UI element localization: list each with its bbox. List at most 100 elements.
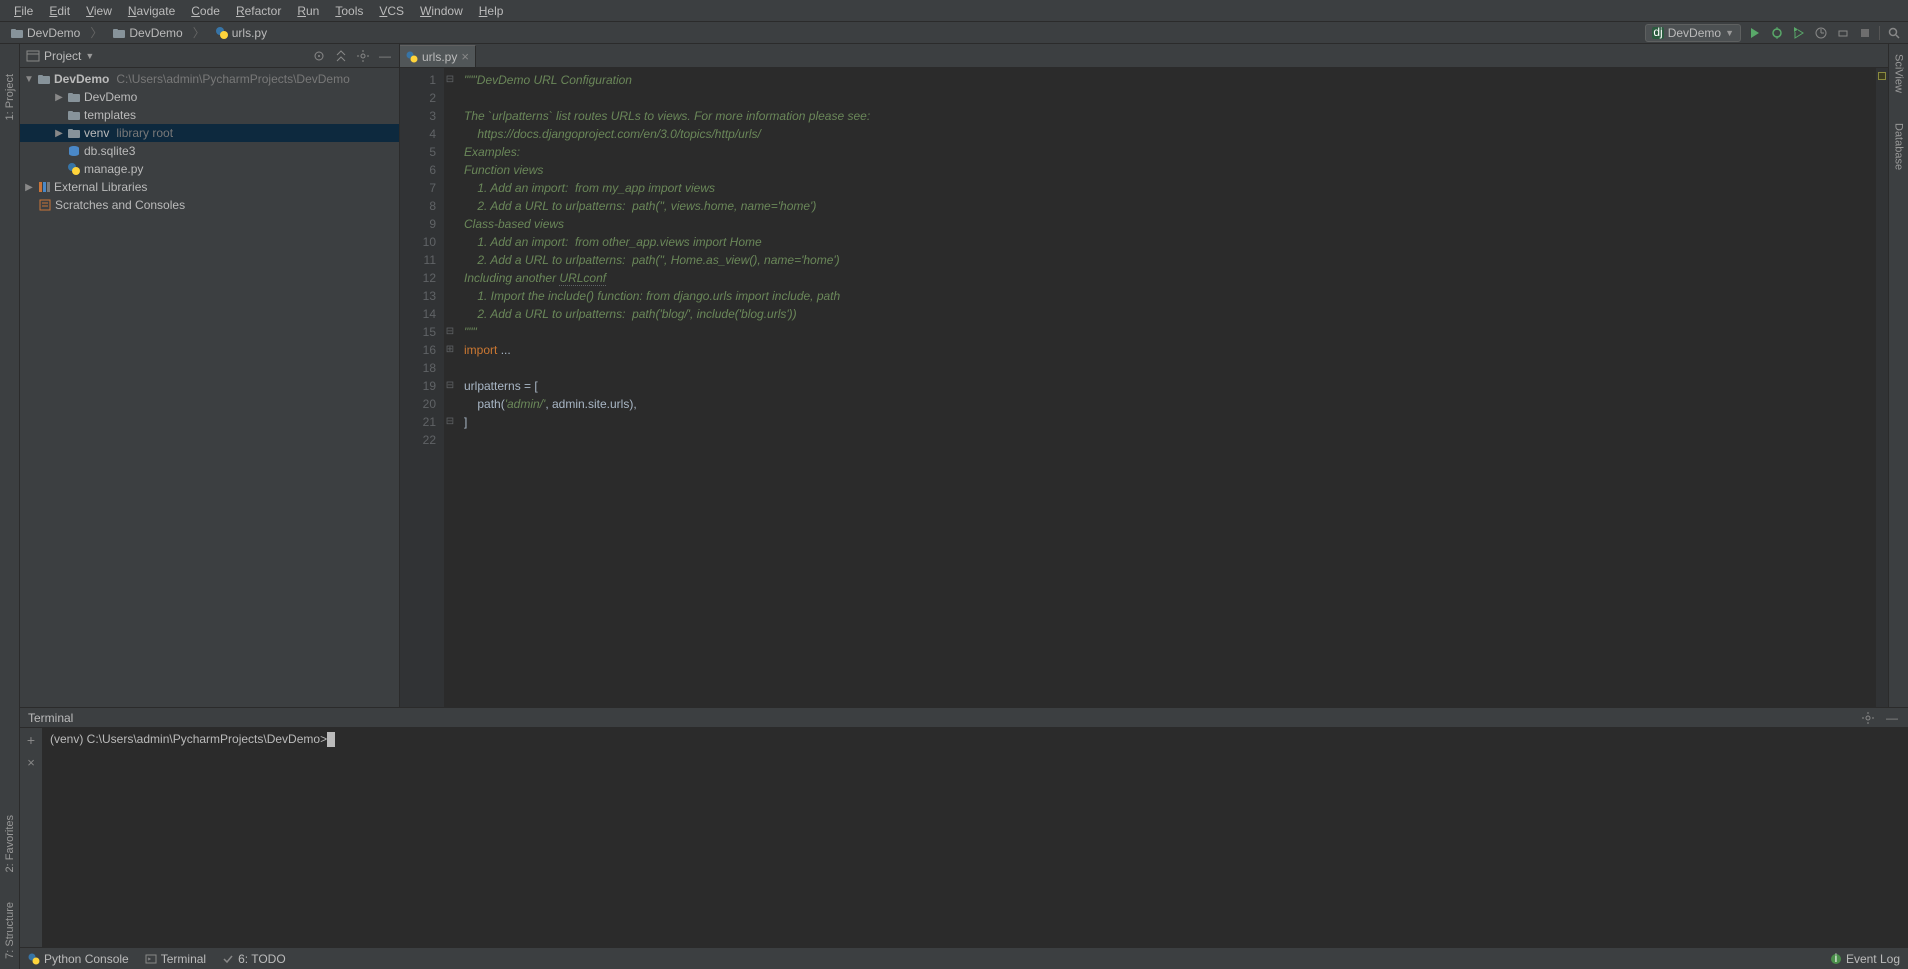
chevron-right-icon: 〉 xyxy=(90,24,102,41)
terminal-tab[interactable]: Terminal xyxy=(145,952,206,966)
expand-arrow-icon[interactable]: ▶ xyxy=(24,182,34,193)
tree-label: manage.py xyxy=(84,162,143,176)
right-tool-strip: SciView Database xyxy=(1888,44,1908,707)
tree-label: db.sqlite3 xyxy=(84,144,135,158)
chevron-down-icon: ▼ xyxy=(1725,28,1734,38)
status-bar: Python Console Terminal 6: TODO i Event … xyxy=(20,947,1908,969)
tree-root-name: DevDemo xyxy=(54,72,109,86)
new-session-icon[interactable]: + xyxy=(23,732,39,748)
terminal-prompt: (venv) C:\Users\admin\PycharmProjects\De… xyxy=(50,732,327,746)
close-icon[interactable]: × xyxy=(461,49,469,64)
folder-icon xyxy=(10,26,24,40)
menu-edit[interactable]: Edit xyxy=(41,2,78,20)
tree-item-venv[interactable]: ▶ venv library root xyxy=(20,124,399,142)
code-editor[interactable]: 1 2 3 4 5 6 7 8 9 10 11 12 13 14 15 16 1… xyxy=(400,68,1888,707)
editor-tab[interactable]: urls.py × xyxy=(400,45,476,67)
chevron-down-icon[interactable]: ▼ xyxy=(85,51,94,61)
terminal-content[interactable]: (venv) C:\Users\admin\PycharmProjects\De… xyxy=(42,728,1908,947)
tree-hint: library root xyxy=(116,126,173,140)
folder-icon xyxy=(67,126,81,140)
menu-file[interactable]: File xyxy=(6,2,41,20)
database-tool-tab[interactable]: Database xyxy=(1893,123,1905,170)
menu-refactor[interactable]: Refactor xyxy=(228,2,289,20)
tree-item-devdemo[interactable]: ▶ DevDemo xyxy=(20,88,399,106)
analysis-marker-icon[interactable] xyxy=(1878,72,1886,80)
tree-label: External Libraries xyxy=(54,180,147,194)
library-icon xyxy=(37,180,51,194)
run-configuration-selector[interactable]: dj DevDemo ▼ xyxy=(1645,24,1741,42)
menu-vcs[interactable]: VCS xyxy=(371,2,412,20)
menu-help[interactable]: Help xyxy=(471,2,512,20)
run-config-label: DevDemo xyxy=(1668,26,1721,40)
terminal-tool-window: Terminal — + × (venv) C:\Users\admin\Pyc… xyxy=(20,707,1908,947)
svg-text:i: i xyxy=(1835,953,1838,965)
breadcrumb-project[interactable]: DevDemo xyxy=(6,25,84,41)
run-button[interactable] xyxy=(1747,25,1763,41)
expand-arrow-icon[interactable]: ▶ xyxy=(54,128,64,139)
project-tool-tab[interactable]: 1: Project xyxy=(4,74,16,120)
gear-icon[interactable] xyxy=(1860,710,1876,726)
tree-label: venv xyxy=(84,126,109,140)
menu-window[interactable]: Window xyxy=(412,2,471,20)
gear-icon[interactable] xyxy=(355,48,371,64)
tab-label: urls.py xyxy=(422,50,457,64)
project-view-icon xyxy=(26,49,40,63)
stop-button[interactable] xyxy=(1857,25,1873,41)
todo-tab[interactable]: 6: TODO xyxy=(222,952,286,966)
python-file-icon xyxy=(215,26,229,40)
menu-tools[interactable]: Tools xyxy=(327,2,371,20)
menu-navigate[interactable]: Navigate xyxy=(120,2,183,20)
project-panel-header: Project ▼ — xyxy=(20,44,399,68)
attach-debugger-button[interactable] xyxy=(1835,25,1851,41)
breadcrumb-folder[interactable]: DevDemo xyxy=(108,25,186,41)
tree-label: templates xyxy=(84,108,136,122)
scroll-from-source-icon[interactable] xyxy=(311,48,327,64)
error-stripe[interactable] xyxy=(1876,68,1888,707)
project-tree[interactable]: ▼ DevDemo C:\Users\admin\PycharmProjects… xyxy=(20,68,399,707)
terminal-sidebar: + × xyxy=(20,728,42,947)
folder-icon xyxy=(67,108,81,122)
fold-gutter[interactable]: ⊟ ⊟ ⊞ ⊟ ⊟ xyxy=(444,68,456,707)
search-everywhere-button[interactable] xyxy=(1886,25,1902,41)
tree-label: DevDemo xyxy=(84,90,137,104)
expand-arrow-icon[interactable]: ▶ xyxy=(54,92,64,103)
menu-view[interactable]: View xyxy=(78,2,120,20)
close-session-icon[interactable]: × xyxy=(23,754,39,770)
project-tool-window: Project ▼ — ▼ DevDemo C:\U xyxy=(20,44,400,707)
tab-label: Event Log xyxy=(1846,952,1900,966)
tree-label: Scratches and Consoles xyxy=(55,198,185,212)
svg-text:dj: dj xyxy=(1653,27,1662,39)
structure-tool-tab[interactable]: 7: Structure xyxy=(4,902,16,959)
tree-external-libraries[interactable]: ▶ External Libraries xyxy=(20,178,399,196)
hide-icon[interactable]: — xyxy=(1884,710,1900,726)
menu-code[interactable]: Code xyxy=(183,2,228,20)
tree-item-templates[interactable]: templates xyxy=(20,106,399,124)
menu-run[interactable]: Run xyxy=(289,2,327,20)
expand-arrow-icon[interactable]: ▼ xyxy=(24,74,34,85)
debug-button[interactable] xyxy=(1769,25,1785,41)
breadcrumb-file[interactable]: urls.py xyxy=(211,25,271,41)
run-with-coverage-button[interactable] xyxy=(1791,25,1807,41)
favorites-tool-tab[interactable]: 2: Favorites xyxy=(4,815,16,872)
python-icon xyxy=(28,953,40,965)
tab-label: 6: TODO xyxy=(238,952,286,966)
event-log-icon: i xyxy=(1830,953,1842,965)
tree-scratches[interactable]: Scratches and Consoles xyxy=(20,196,399,214)
breadcrumb-label: DevDemo xyxy=(27,26,80,40)
hide-icon[interactable]: — xyxy=(377,48,393,64)
python-console-tab[interactable]: Python Console xyxy=(28,952,129,966)
tab-label: Python Console xyxy=(44,952,129,966)
tree-item-manage-py[interactable]: manage.py xyxy=(20,160,399,178)
terminal-header: Terminal — xyxy=(20,708,1908,728)
tree-root[interactable]: ▼ DevDemo C:\Users\admin\PycharmProjects… xyxy=(20,70,399,88)
sciview-tool-tab[interactable]: SciView xyxy=(1893,54,1905,93)
line-number-gutter[interactable]: 1 2 3 4 5 6 7 8 9 10 11 12 13 14 15 16 1… xyxy=(400,68,444,707)
breadcrumb-label: urls.py xyxy=(232,26,267,40)
event-log-tab[interactable]: i Event Log xyxy=(1830,952,1900,966)
profile-button[interactable] xyxy=(1813,25,1829,41)
tree-item-db-sqlite3[interactable]: db.sqlite3 xyxy=(20,142,399,160)
code-content[interactable]: """DevDemo URL Configuration The `urlpat… xyxy=(456,68,1876,707)
python-file-icon xyxy=(406,51,418,63)
collapse-all-icon[interactable] xyxy=(333,48,349,64)
project-panel-title[interactable]: Project xyxy=(44,49,81,63)
